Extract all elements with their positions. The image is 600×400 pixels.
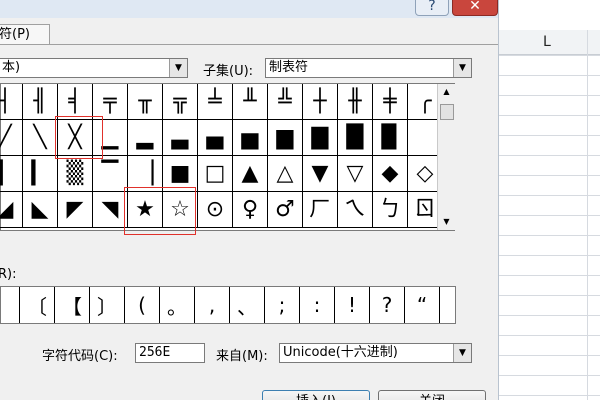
symbol-cell[interactable]: ◥ (93, 192, 128, 228)
symbol-cell[interactable]: □ (198, 156, 233, 192)
symbol-cell[interactable]: ╩ (268, 84, 303, 120)
symbol-cell[interactable]: ╢ (23, 84, 58, 120)
recent-symbol-cell[interactable] (0, 287, 20, 323)
recent-symbols-row: 〔【〕(。,、;:!? “ (0, 286, 456, 324)
recent-symbol-cell[interactable]: ? (370, 287, 405, 323)
symbol-cell[interactable]: ◣ (23, 192, 58, 228)
close-button[interactable]: ✕ (452, 0, 498, 16)
recent-symbols-label: R): (0, 267, 17, 282)
symbol-cell[interactable]: ╲ (23, 120, 58, 156)
tab-symbols[interactable]: 符(P) (0, 24, 50, 45)
scroll-up-icon[interactable]: ▲ (438, 84, 455, 100)
symbol-cell[interactable]: ◤ (58, 192, 93, 228)
recent-symbol-cell[interactable]: 〔 (20, 287, 55, 323)
subset-select[interactable]: 制表符 ▼ (265, 58, 472, 78)
symbol-cell[interactable]: ▍ (0, 156, 23, 192)
symbol-cell[interactable]: ┼ (303, 84, 338, 120)
symbol-cell[interactable]: ▉ (373, 120, 408, 156)
recent-symbol-cell[interactable]: , (195, 287, 230, 323)
symbol-cell[interactable]: ♀ (233, 192, 268, 228)
symbol-cell[interactable]: ㄅ (373, 192, 408, 228)
recent-symbol-cell[interactable]: ( (125, 287, 160, 323)
symbol-cell[interactable]: ▆ (268, 120, 303, 156)
symbol-cell[interactable]: ▔ (93, 156, 128, 192)
chevron-down-icon[interactable]: ▼ (169, 59, 187, 77)
symbol-cell[interactable]: ╦ (163, 84, 198, 120)
column-divider (587, 30, 588, 400)
symbol-cell[interactable]: ╡ (58, 84, 93, 120)
chevron-down-icon[interactable]: ▼ (453, 344, 471, 362)
highlight-box-stars (124, 187, 196, 235)
subset-select-value: 制表符 (269, 60, 309, 75)
font-select-value: 本) (2, 60, 21, 75)
recent-symbol-cell[interactable]: 【 (55, 287, 90, 323)
symbol-cell[interactable]: ▒ (58, 156, 93, 192)
insert-button[interactable]: 插入(I) (262, 390, 370, 400)
symbol-cell[interactable]: ╪ (373, 84, 408, 120)
excel-sheet-background: L (498, 0, 600, 400)
recent-symbol-cell[interactable]: “ (405, 287, 440, 323)
from-select[interactable]: Unicode(十六进制) ▼ (279, 343, 472, 363)
symbol-cell[interactable]: ⊙ (198, 192, 233, 228)
symbol-cell[interactable]: ▽ (338, 156, 373, 192)
symbol-cell[interactable]: ╫ (338, 84, 373, 120)
symbol-cell[interactable]: ▃ (163, 120, 198, 156)
symbol-cell[interactable]: ╥ (128, 84, 163, 120)
symbol-cell[interactable]: ▎ (23, 156, 58, 192)
symbol-cell[interactable]: ㄟ (338, 192, 373, 228)
symbol-cell[interactable]: ▂ (128, 120, 163, 156)
font-select[interactable]: 本) ▼ (0, 58, 188, 78)
highlight-box-cross (55, 116, 103, 159)
sheet-grid[interactable] (499, 55, 600, 400)
symbol-cell[interactable]: ╱ (0, 120, 23, 156)
char-code-input[interactable]: 256E (135, 343, 205, 363)
symbol-cell[interactable]: ▅ (233, 120, 268, 156)
from-label: 来自(M): (216, 349, 268, 364)
symbol-cell[interactable]: █ (338, 120, 373, 156)
symbol-cell[interactable]: ◆ (373, 156, 408, 192)
recent-symbol-cell[interactable]: : (300, 287, 335, 323)
symbol-cell[interactable]: ◢ (0, 192, 23, 228)
recent-symbol-cell[interactable]: ; (265, 287, 300, 323)
scroll-thumb[interactable] (440, 104, 454, 120)
chevron-down-icon[interactable]: ▼ (453, 59, 471, 77)
symbol-cell[interactable]: ▲ (233, 156, 268, 192)
symbol-cell[interactable]: ♂ (268, 192, 303, 228)
symbol-cell[interactable]: ┤ (0, 84, 23, 120)
recent-symbol-cell[interactable]: 〕 (90, 287, 125, 323)
scroll-down-icon[interactable]: ▼ (438, 214, 455, 230)
from-select-value: Unicode(十六进制) (283, 345, 398, 360)
help-button[interactable]: ? (415, 0, 449, 16)
cancel-button[interactable]: 关闭 (378, 390, 486, 400)
symbol-dialog: ? ✕ 符(P) 本) ▼ 子集(U): 制表符 ▼ ┤ ╢ ╡ ╤ ╥ ╦ ╧ ╨ ╩ ┼ ╫ ╪ ╭… (0, 0, 498, 400)
recent-symbol-cell[interactable]: 。 (160, 287, 195, 323)
recent-symbol-cell[interactable]: 、 (230, 287, 265, 323)
symbol-cell[interactable]: ╨ (233, 84, 268, 120)
symbol-cell[interactable]: ▼ (303, 156, 338, 192)
symbol-cell[interactable]: △ (268, 156, 303, 192)
tab-panel-border (0, 44, 498, 45)
symbol-cell[interactable]: ╧ (198, 84, 233, 120)
close-icon: ✕ (469, 0, 481, 14)
symbol-cell[interactable]: ╤ (93, 84, 128, 120)
column-header-l[interactable]: L (499, 30, 600, 55)
subset-label: 子集(U): (203, 64, 254, 79)
help-icon: ? (428, 0, 436, 14)
symbol-grid-scrollbar[interactable]: ▲ ▼ (437, 84, 455, 230)
recent-symbol-cell[interactable]: ! (335, 287, 370, 323)
char-code-label: 字符代码(C): (42, 349, 118, 364)
symbol-cell[interactable]: ㄏ (303, 192, 338, 228)
symbol-cell[interactable]: ▄ (198, 120, 233, 156)
symbol-cell[interactable]: ▇ (303, 120, 338, 156)
